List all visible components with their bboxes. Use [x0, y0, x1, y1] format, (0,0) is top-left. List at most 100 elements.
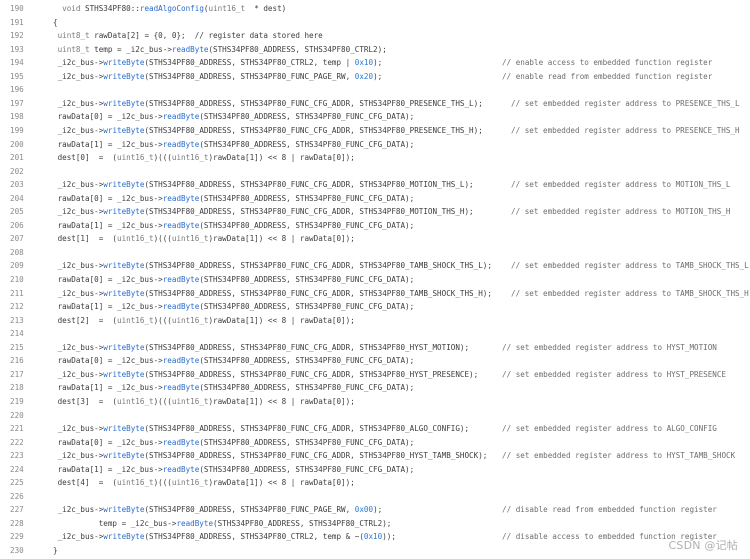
code-text: rawData[1] = _i2c_bus->readByte(STHS34PF…: [53, 220, 415, 230]
code-line: 195 _i2c_bus->writeByte(STHS34PF80_ADDRE…: [0, 70, 750, 84]
line-number: 199: [10, 125, 24, 135]
line-number: 208: [10, 247, 24, 257]
code-line: 198 rawData[0] = _i2c_bus->readByte(STHS…: [0, 110, 750, 124]
code-text: _i2c_bus->writeByte(STHS34PF80_ADDRESS, …: [53, 342, 470, 352]
line-number: 227: [10, 505, 24, 515]
code-comment: // set embedded register address to MOTI…: [511, 180, 731, 190]
code-text: }: [53, 546, 58, 555]
code-line: 215 _i2c_bus->writeByte(STHS34PF80_ADDRE…: [0, 341, 750, 355]
code-text: rawData[0] = _i2c_bus->readByte(STHS34PF…: [53, 193, 415, 203]
code-text: _i2c_bus->writeByte(STHS34PF80_ADDRESS, …: [53, 451, 488, 461]
line-number: 224: [10, 464, 24, 474]
code-line: 190 void STHS34PF80::readAlgoConfig(uint…: [0, 2, 750, 16]
code-line: 214: [0, 327, 750, 341]
code-text: rawData[1] = _i2c_bus->readByte(STHS34PF…: [53, 383, 415, 393]
line-number: 226: [10, 491, 24, 501]
code-line: 209 _i2c_bus->writeByte(STHS34PF80_ADDRE…: [0, 259, 750, 273]
code-text: dest[3] = (uint16_t)(((uint16_t)rawData[…: [53, 396, 355, 406]
code-text: uint8_t rawData[2] = {0, 0}; // register…: [57, 31, 323, 41]
line-number: 207: [10, 234, 24, 244]
line-number: 196: [10, 85, 24, 95]
code-line: 197 _i2c_bus->writeByte(STHS34PF80_ADDRE…: [0, 97, 750, 111]
code-text: _i2c_bus->writeByte(STHS34PF80_ADDRESS, …: [53, 58, 383, 68]
code-line: 223 _i2c_bus->writeByte(STHS34PF80_ADDRE…: [0, 449, 750, 463]
line-number: 201: [10, 153, 24, 163]
code-comment: // set embedded register address to ALGO…: [502, 424, 717, 434]
line-number: 193: [10, 44, 24, 54]
code-text: _i2c_bus->writeByte(STHS34PF80_ADDRESS, …: [53, 505, 383, 515]
code-line: 200 rawData[1] = _i2c_bus->readByte(STHS…: [0, 138, 750, 152]
code-line: 217 _i2c_bus->writeByte(STHS34PF80_ADDRE…: [0, 368, 750, 382]
code-text: rawData[0] = _i2c_bus->readByte(STHS34PF…: [53, 275, 415, 284]
code-text: uint8_t temp = _i2c_bus->readByte(STHS34…: [57, 44, 387, 54]
code-text: _i2c_bus->writeByte(STHS34PF80_ADDRESS, …: [53, 261, 492, 271]
code-line: 199 _i2c_bus->writeByte(STHS34PF80_ADDRE…: [0, 124, 750, 138]
code-line: 203 _i2c_bus->writeByte(STHS34PF80_ADDRE…: [0, 178, 750, 192]
code-line: 212 rawData[1] = _i2c_bus->readByte(STHS…: [0, 300, 750, 314]
code-comment: // disable read from embedded function r…: [502, 505, 717, 515]
code-line: 219 dest[3] = (uint16_t)(((uint16_t)rawD…: [0, 395, 750, 409]
line-number: 195: [10, 71, 24, 81]
code-line: 207 dest[1] = (uint16_t)(((uint16_t)rawD…: [0, 232, 750, 246]
line-number: 222: [10, 437, 24, 447]
code-text: rawData[1] = _i2c_bus->readByte(STHS34PF…: [53, 139, 415, 149]
code-line: 211 _i2c_bus->writeByte(STHS34PF80_ADDRE…: [0, 287, 750, 301]
code-text: _i2c_bus->writeByte(STHS34PF80_ADDRESS, …: [53, 180, 474, 190]
line-number: 211: [10, 288, 24, 298]
code-line: 221 _i2c_bus->writeByte(STHS34PF80_ADDRE…: [0, 422, 750, 436]
code-line: 210 rawData[0] = _i2c_bus->readByte(STHS…: [0, 273, 750, 287]
code-comment: // set embedded register address to TAMB…: [511, 261, 749, 271]
code-comment: // set embedded register address to HYST…: [502, 369, 727, 379]
code-text: dest[0] = (uint16_t)(((uint16_t)rawData[…: [53, 153, 355, 163]
code-text: rawData[0] = _i2c_bus->readByte(STHS34PF…: [53, 437, 415, 447]
line-number: 228: [10, 518, 24, 528]
line-number: 217: [10, 369, 24, 379]
line-number: 223: [10, 451, 24, 461]
watermark: CSDN @记帖: [668, 539, 738, 552]
code-comment: // set embedded register address to PRES…: [511, 125, 740, 135]
code-line: 196: [0, 83, 750, 97]
code-line: 226: [0, 490, 750, 504]
code-text: dest[1] = (uint16_t)(((uint16_t)rawData[…: [53, 234, 355, 244]
line-number: 190: [10, 4, 24, 13]
line-number: 220: [10, 410, 24, 420]
code-line: 225 dest[4] = (uint16_t)(((uint16_t)rawD…: [0, 476, 750, 490]
code-text: rawData[1] = _i2c_bus->readByte(STHS34PF…: [53, 302, 415, 312]
code-text: {: [53, 17, 58, 27]
line-number: 213: [10, 315, 24, 325]
code-line: 206 rawData[1] = _i2c_bus->readByte(STHS…: [0, 219, 750, 233]
line-number: 218: [10, 383, 24, 393]
code-text: _i2c_bus->writeByte(STHS34PF80_ADDRESS, …: [53, 98, 483, 108]
line-number: 229: [10, 532, 24, 542]
line-number: 198: [10, 112, 24, 122]
line-number: 212: [10, 302, 24, 312]
line-number: 200: [10, 139, 24, 149]
line-number: 209: [10, 261, 24, 271]
line-number: 191: [10, 17, 24, 27]
code-line: 194 _i2c_bus->writeByte(STHS34PF80_ADDRE…: [0, 56, 750, 70]
code-text: rawData[1] = _i2c_bus->readByte(STHS34PF…: [53, 464, 415, 474]
code-line: 204 rawData[0] = _i2c_bus->readByte(STHS…: [0, 192, 750, 206]
code-text: _i2c_bus->writeByte(STHS34PF80_ADDRESS, …: [53, 71, 383, 81]
code-comment: // set embedded register address to HYST…: [502, 451, 736, 461]
line-number: 214: [10, 329, 24, 339]
line-number: 225: [10, 478, 24, 488]
code-line: 191 {: [0, 16, 750, 30]
code-comment: // set embedded register address to MOTI…: [511, 207, 731, 217]
line-number: 204: [10, 193, 24, 203]
code-line: 228 temp = _i2c_bus->readByte(STHS34PF80…: [0, 517, 750, 531]
code-line: 202: [0, 165, 750, 179]
code-line: 208: [0, 246, 750, 260]
code-line: 193 uint8_t temp = _i2c_bus->readByte(ST…: [0, 43, 750, 57]
line-number: 203: [10, 180, 24, 190]
line-number: 210: [10, 275, 24, 284]
code-text: _i2c_bus->writeByte(STHS34PF80_ADDRESS, …: [53, 125, 483, 135]
code-text: temp = _i2c_bus->readByte(STHS34PF80_ADD…: [53, 518, 392, 528]
line-number: 230: [10, 546, 24, 555]
code-text: _i2c_bus->writeByte(STHS34PF80_ADDRESS, …: [53, 288, 492, 298]
code-line: 220: [0, 409, 750, 423]
code-comment: // set embedded register address to HYST…: [502, 342, 717, 352]
line-number: 205: [10, 207, 24, 217]
code-line: 205 _i2c_bus->writeByte(STHS34PF80_ADDRE…: [0, 205, 750, 219]
code-line: 229 _i2c_bus->writeByte(STHS34PF80_ADDRE…: [0, 530, 750, 544]
